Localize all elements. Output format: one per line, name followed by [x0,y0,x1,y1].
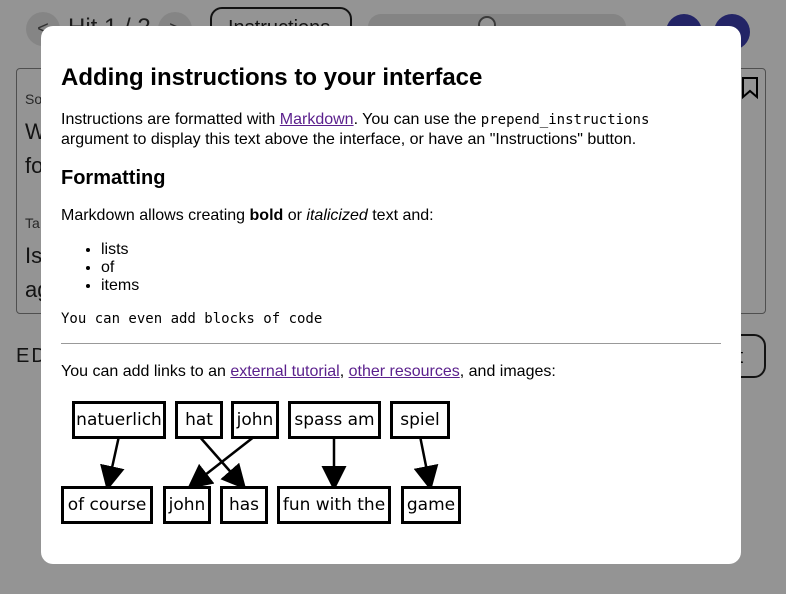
source-word-box: natuerlich [72,401,166,439]
code-block: You can even add blocks of code [61,311,323,327]
target-word-box: of course [61,486,153,524]
intro-text: argument to display this text above the … [61,131,637,148]
source-word-box: john [231,401,279,439]
source-word-box: spiel [390,401,450,439]
formatting-text: Markdown allows creating [61,207,250,224]
formatting-text: text and: [367,207,434,224]
inline-code: prepend_instructions [480,112,650,128]
source-word-box: spass am [288,401,381,439]
italic-text: italicized [306,207,368,224]
alignment-diagram-image: natuerlich hat john spass am spiel of co… [61,400,481,530]
formatting-heading: Formatting [61,167,166,189]
target-word-box: game [401,486,461,524]
target-word-box: fun with the [277,486,391,524]
external-tutorial-link[interactable]: external tutorial [230,363,339,380]
modal-title: Adding instructions to your interface [61,64,483,91]
intro-text: . You can use the [353,111,481,128]
intro-paragraph: Instructions are formatted with Markdown… [61,110,721,149]
links-text: , and images: [459,363,556,380]
list-item: lists [101,241,721,259]
markdown-link[interactable]: Markdown [280,111,354,128]
example-list: lists of items [61,241,721,295]
formatting-paragraph: Markdown allows creating bold or italici… [61,206,721,225]
instructions-modal: Adding instructions to your interface In… [41,26,741,564]
alignment-arrow [187,435,256,490]
links-text: You can add links to an [61,363,231,380]
other-resources-link[interactable]: other resources [349,363,460,380]
links-text: , [339,363,349,380]
alignment-arrow [413,435,439,491]
alignment-arrow [100,435,125,491]
target-word-box: has [220,486,268,524]
target-word-box: john [163,486,211,524]
links-paragraph: You can add links to an external tutoria… [61,362,721,381]
formatting-text: or [283,207,307,224]
list-item: of [101,259,721,277]
bold-text: bold [249,207,284,224]
source-word-box: hat [175,401,223,439]
intro-text: Instructions are formatted with [61,111,280,128]
list-item: items [101,277,721,295]
divider [61,343,721,344]
